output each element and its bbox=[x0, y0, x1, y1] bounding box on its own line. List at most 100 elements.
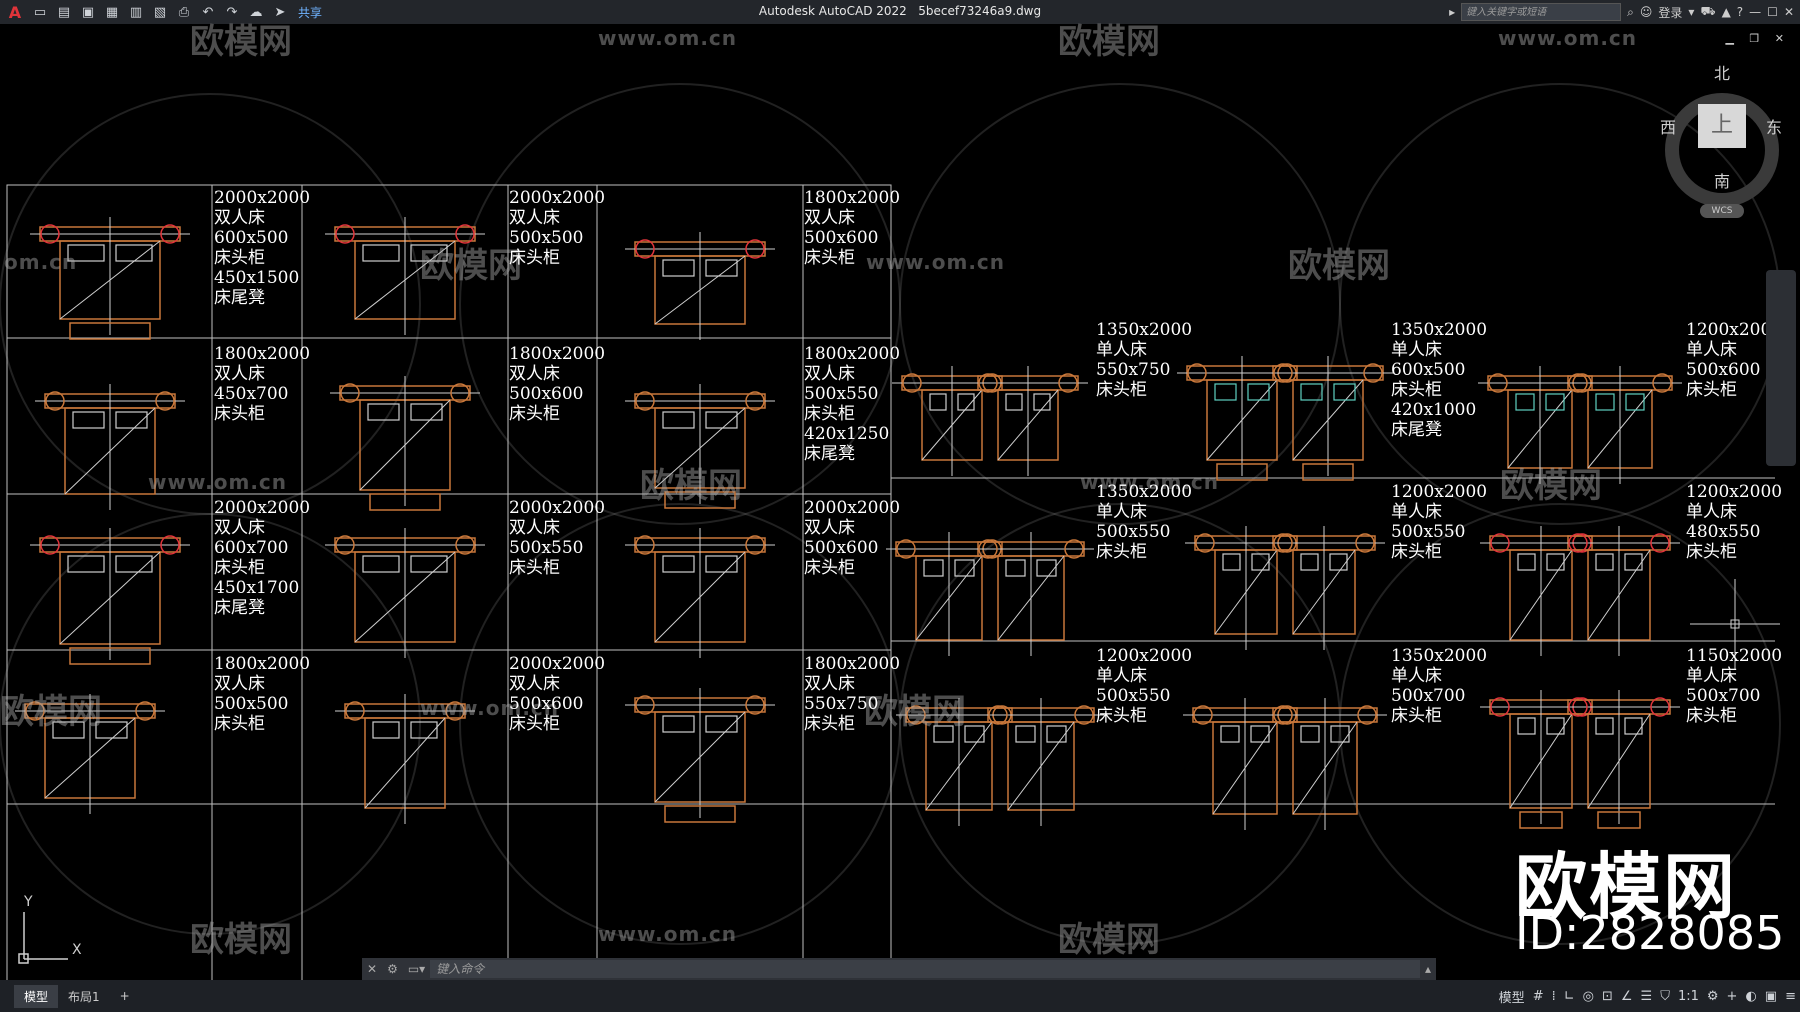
autocad-logo-icon[interactable]: A bbox=[4, 3, 26, 22]
wcs-menu[interactable]: WCS bbox=[1700, 204, 1744, 218]
polar-icon[interactable]: ◎ bbox=[1583, 989, 1594, 1004]
pillow bbox=[1220, 725, 1240, 743]
ucs-icon bbox=[18, 912, 68, 964]
publish-icon[interactable]: ▥ bbox=[126, 2, 146, 22]
watermark-url: www.om.cn bbox=[598, 26, 738, 50]
tab-layout1[interactable]: 布局1 bbox=[58, 985, 110, 1008]
right-cell-label: 1350x2000 单人床 500x700 床头柜 bbox=[1391, 646, 1488, 726]
open-web-icon[interactable]: ▧ bbox=[150, 2, 170, 22]
pillow bbox=[923, 559, 944, 577]
compass-north[interactable]: 北 bbox=[1714, 60, 1730, 84]
search-input[interactable]: 键入关键字或短语 bbox=[1461, 3, 1622, 21]
minimize-icon[interactable]: — bbox=[1749, 5, 1761, 19]
pillow bbox=[929, 393, 947, 411]
cart-icon[interactable]: ⛟ bbox=[1700, 4, 1715, 20]
pillow bbox=[1250, 725, 1270, 743]
pillow bbox=[1251, 553, 1270, 571]
annotation-scale[interactable]: 1:1 bbox=[1678, 989, 1699, 1004]
fullscreen-icon[interactable]: ▣ bbox=[1765, 989, 1777, 1004]
close-command-icon[interactable]: ✕ bbox=[362, 962, 382, 976]
right-cell-label: 1200x2000 单人床 480x550 床头柜 bbox=[1686, 482, 1783, 562]
share-button[interactable]: 共享 bbox=[298, 4, 322, 21]
maximize-icon[interactable]: ☐ bbox=[1767, 5, 1778, 19]
customize-icon[interactable]: ⚙ bbox=[382, 962, 403, 976]
ortho-icon[interactable]: ∟ bbox=[1564, 989, 1575, 1004]
pillow bbox=[1546, 553, 1565, 571]
compass-west[interactable]: 西 bbox=[1660, 114, 1676, 138]
left-cell-label: 2000x2000 双人床 500x500 床头柜 bbox=[509, 188, 606, 268]
command-history-icon[interactable]: ▴ bbox=[1420, 962, 1436, 976]
command-input[interactable]: 键入命令 bbox=[430, 960, 1420, 978]
pillow bbox=[1300, 553, 1319, 571]
pillow bbox=[1625, 393, 1645, 411]
otrack-icon[interactable]: ∠ bbox=[1621, 989, 1633, 1004]
drawing-window-controls[interactable]: ▁ ❐ ✕ bbox=[1725, 32, 1790, 45]
watermark-brand: 欧模网 bbox=[190, 920, 292, 960]
pillow bbox=[1036, 559, 1057, 577]
save-icon[interactable]: ▣ bbox=[78, 2, 98, 22]
pillow bbox=[1595, 393, 1615, 411]
user-icon[interactable]: ☺ bbox=[1640, 5, 1653, 19]
isolate-icon[interactable]: ◐ bbox=[1745, 989, 1756, 1004]
pillow bbox=[1624, 717, 1643, 735]
pillow bbox=[72, 411, 105, 429]
expand-arrow-icon[interactable]: ▸ bbox=[1449, 5, 1455, 19]
pillow bbox=[964, 725, 985, 743]
ucs-x-label: X bbox=[72, 942, 82, 958]
compass-east[interactable]: 东 bbox=[1766, 114, 1782, 138]
search-icon[interactable]: ⌕ bbox=[1627, 5, 1634, 20]
viewcube-top[interactable]: 上 bbox=[1698, 104, 1746, 148]
tab-model[interactable]: 模型 bbox=[14, 984, 59, 1008]
left-cell-label: 1800x2000 双人床 450x700 床头柜 bbox=[214, 344, 311, 424]
annotation-icon[interactable]: ⛉ bbox=[1660, 989, 1670, 1004]
watermark-brand: 欧模网 bbox=[420, 246, 522, 286]
watermark-brand: 欧模网 bbox=[1058, 920, 1160, 960]
left-cell-label: 1800x2000 双人床 500x600 床头柜 bbox=[509, 344, 606, 424]
left-cell-label: 1800x2000 双人床 500x500 床头柜 bbox=[214, 654, 311, 734]
drawing-canvas[interactable]: 欧模网 www.om.cn 欧模网 www.om.cn om.cn 欧模网 ww… bbox=[0, 22, 1800, 980]
snap-icon[interactable]: ⁞ bbox=[1552, 989, 1556, 1004]
navigation-bar[interactable] bbox=[1766, 270, 1796, 466]
lineweight-icon[interactable]: ☰ bbox=[1641, 989, 1653, 1004]
osnap-icon[interactable]: ⊡ bbox=[1602, 989, 1613, 1004]
compass-south[interactable]: 南 bbox=[1714, 168, 1730, 192]
model-space-button[interactable]: 模型 bbox=[1499, 987, 1525, 1006]
pillow bbox=[1046, 725, 1067, 743]
pillow bbox=[362, 244, 400, 262]
pillow bbox=[1595, 717, 1614, 735]
left-cell-label: 2000x2000 双人床 500x550 床头柜 bbox=[509, 498, 606, 578]
add-layout-button[interactable]: + bbox=[110, 986, 140, 1006]
pillow bbox=[705, 411, 738, 429]
pillow bbox=[410, 721, 438, 739]
new-file-icon[interactable]: ▭ bbox=[30, 2, 50, 22]
open-file-icon[interactable]: ▤ bbox=[54, 2, 74, 22]
pillow bbox=[662, 411, 695, 429]
watermark-url: www.om.cn bbox=[598, 922, 738, 946]
watermark-url: om.cn bbox=[4, 250, 78, 274]
right-cell-label: 1350x2000 单人床 600x500 床头柜 420x1000 床尾凳 bbox=[1391, 320, 1488, 440]
app-name: Autodesk AutoCAD 2022 bbox=[758, 4, 907, 18]
close-icon[interactable]: ✕ bbox=[1784, 5, 1794, 19]
help-icon[interactable]: ? bbox=[1737, 5, 1743, 19]
settings-icon[interactable]: ⚙ bbox=[1707, 989, 1719, 1004]
right-cell-label: 1200x2000 单人床 500x550 床头柜 bbox=[1096, 646, 1193, 726]
left-cell-label: 1800x2000 双人床 550x750 床头柜 bbox=[804, 654, 901, 734]
left-table-grid bbox=[6, 184, 892, 980]
plus-icon[interactable]: + bbox=[1727, 989, 1738, 1004]
pillow bbox=[1545, 393, 1565, 411]
status-tools: 模型 # ⁞ ∟ ◎ ⊡ ∠ ☰ ⛉ 1:1 ⚙ + ◐ ▣ ≡ bbox=[1499, 980, 1796, 1012]
file-name: 5becef73246a9.dwg bbox=[918, 4, 1042, 18]
login-button[interactable]: 登录 bbox=[1658, 4, 1682, 21]
ucs-y-label: Y bbox=[24, 894, 33, 910]
menu-icon[interactable]: ≡ bbox=[1785, 989, 1796, 1004]
pillow bbox=[1222, 553, 1241, 571]
pillow bbox=[1329, 553, 1348, 571]
watermark-url: www.om.cn bbox=[148, 470, 288, 494]
dropdown-icon[interactable]: ▾ bbox=[1688, 5, 1694, 19]
watermark-brand: 欧模网 bbox=[190, 22, 292, 62]
autodesk-icon[interactable]: ▲ bbox=[1722, 5, 1731, 19]
save-as-icon[interactable]: ▦ bbox=[102, 2, 122, 22]
model-id: ID:2828085 bbox=[1515, 906, 1785, 960]
grid-icon[interactable]: # bbox=[1533, 989, 1544, 1004]
recent-commands-icon[interactable]: ▭▾ bbox=[403, 962, 430, 976]
